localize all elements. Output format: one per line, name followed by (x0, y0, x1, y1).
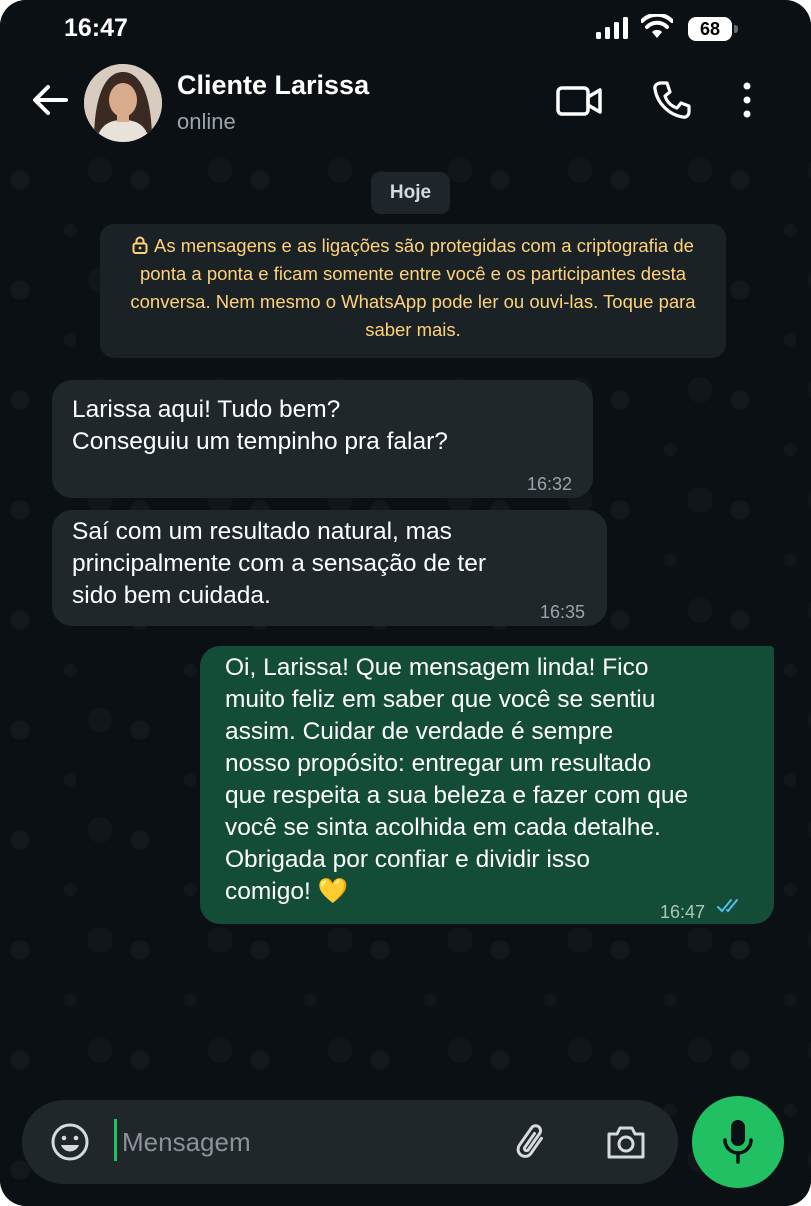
battery-icon: 68 (688, 17, 738, 41)
message-input[interactable] (122, 1120, 502, 1164)
message-text: Oi, Larissa! Que mensagem linda! Fico mu… (225, 654, 689, 905)
message-composer (22, 1100, 678, 1184)
incoming-message[interactable]: Larissa aqui! Tudo bem? Conseguiu um tem… (52, 380, 593, 498)
attach-icon[interactable] (510, 1120, 554, 1164)
mic-icon (723, 1120, 753, 1164)
contact-status: online (177, 109, 236, 134)
back-arrow-icon[interactable] (30, 82, 70, 118)
encryption-notice[interactable]: As mensagens e as ligações são protegida… (100, 224, 726, 358)
message-time: 16:35 (540, 602, 586, 622)
chat-header: Cliente Larissa online (0, 56, 811, 150)
text-caret (114, 1119, 117, 1161)
avatar[interactable] (84, 64, 162, 142)
outgoing-message[interactable]: Oi, Larissa! Que mensagem linda! Fico mu… (200, 646, 774, 924)
battery-level: 68 (688, 17, 732, 41)
message-time: 16:32 (527, 474, 573, 494)
double-check-icon (717, 899, 738, 913)
more-options-icon[interactable] (735, 80, 759, 120)
message-text: Larissa aqui! Tudo bem? Conseguiu um tem… (72, 396, 448, 455)
lock-icon (132, 236, 148, 254)
wifi-icon (641, 14, 673, 38)
voice-message-button[interactable] (692, 1096, 784, 1188)
emoji-icon[interactable] (50, 1122, 90, 1162)
date-separator: Hoje (371, 172, 450, 214)
camera-icon[interactable] (605, 1122, 647, 1162)
chat-screen: 16:47 68 Cliente Larissa online Hoje As … (0, 0, 811, 1206)
signal-icon (596, 17, 628, 39)
message-time: 16:47 (660, 902, 706, 922)
message-text: Saí com um resultado natural, mas princi… (72, 518, 486, 609)
encryption-notice-text: As mensagens e as ligações são protegida… (130, 235, 696, 340)
status-bar: 16:47 68 (0, 0, 811, 56)
voice-call-icon[interactable] (652, 80, 692, 120)
status-time: 16:47 (64, 14, 128, 42)
contact-name[interactable]: Cliente Larissa (177, 70, 369, 101)
incoming-message[interactable]: Saí com um resultado natural, mas princi… (52, 510, 607, 626)
video-call-icon[interactable] (556, 84, 602, 118)
